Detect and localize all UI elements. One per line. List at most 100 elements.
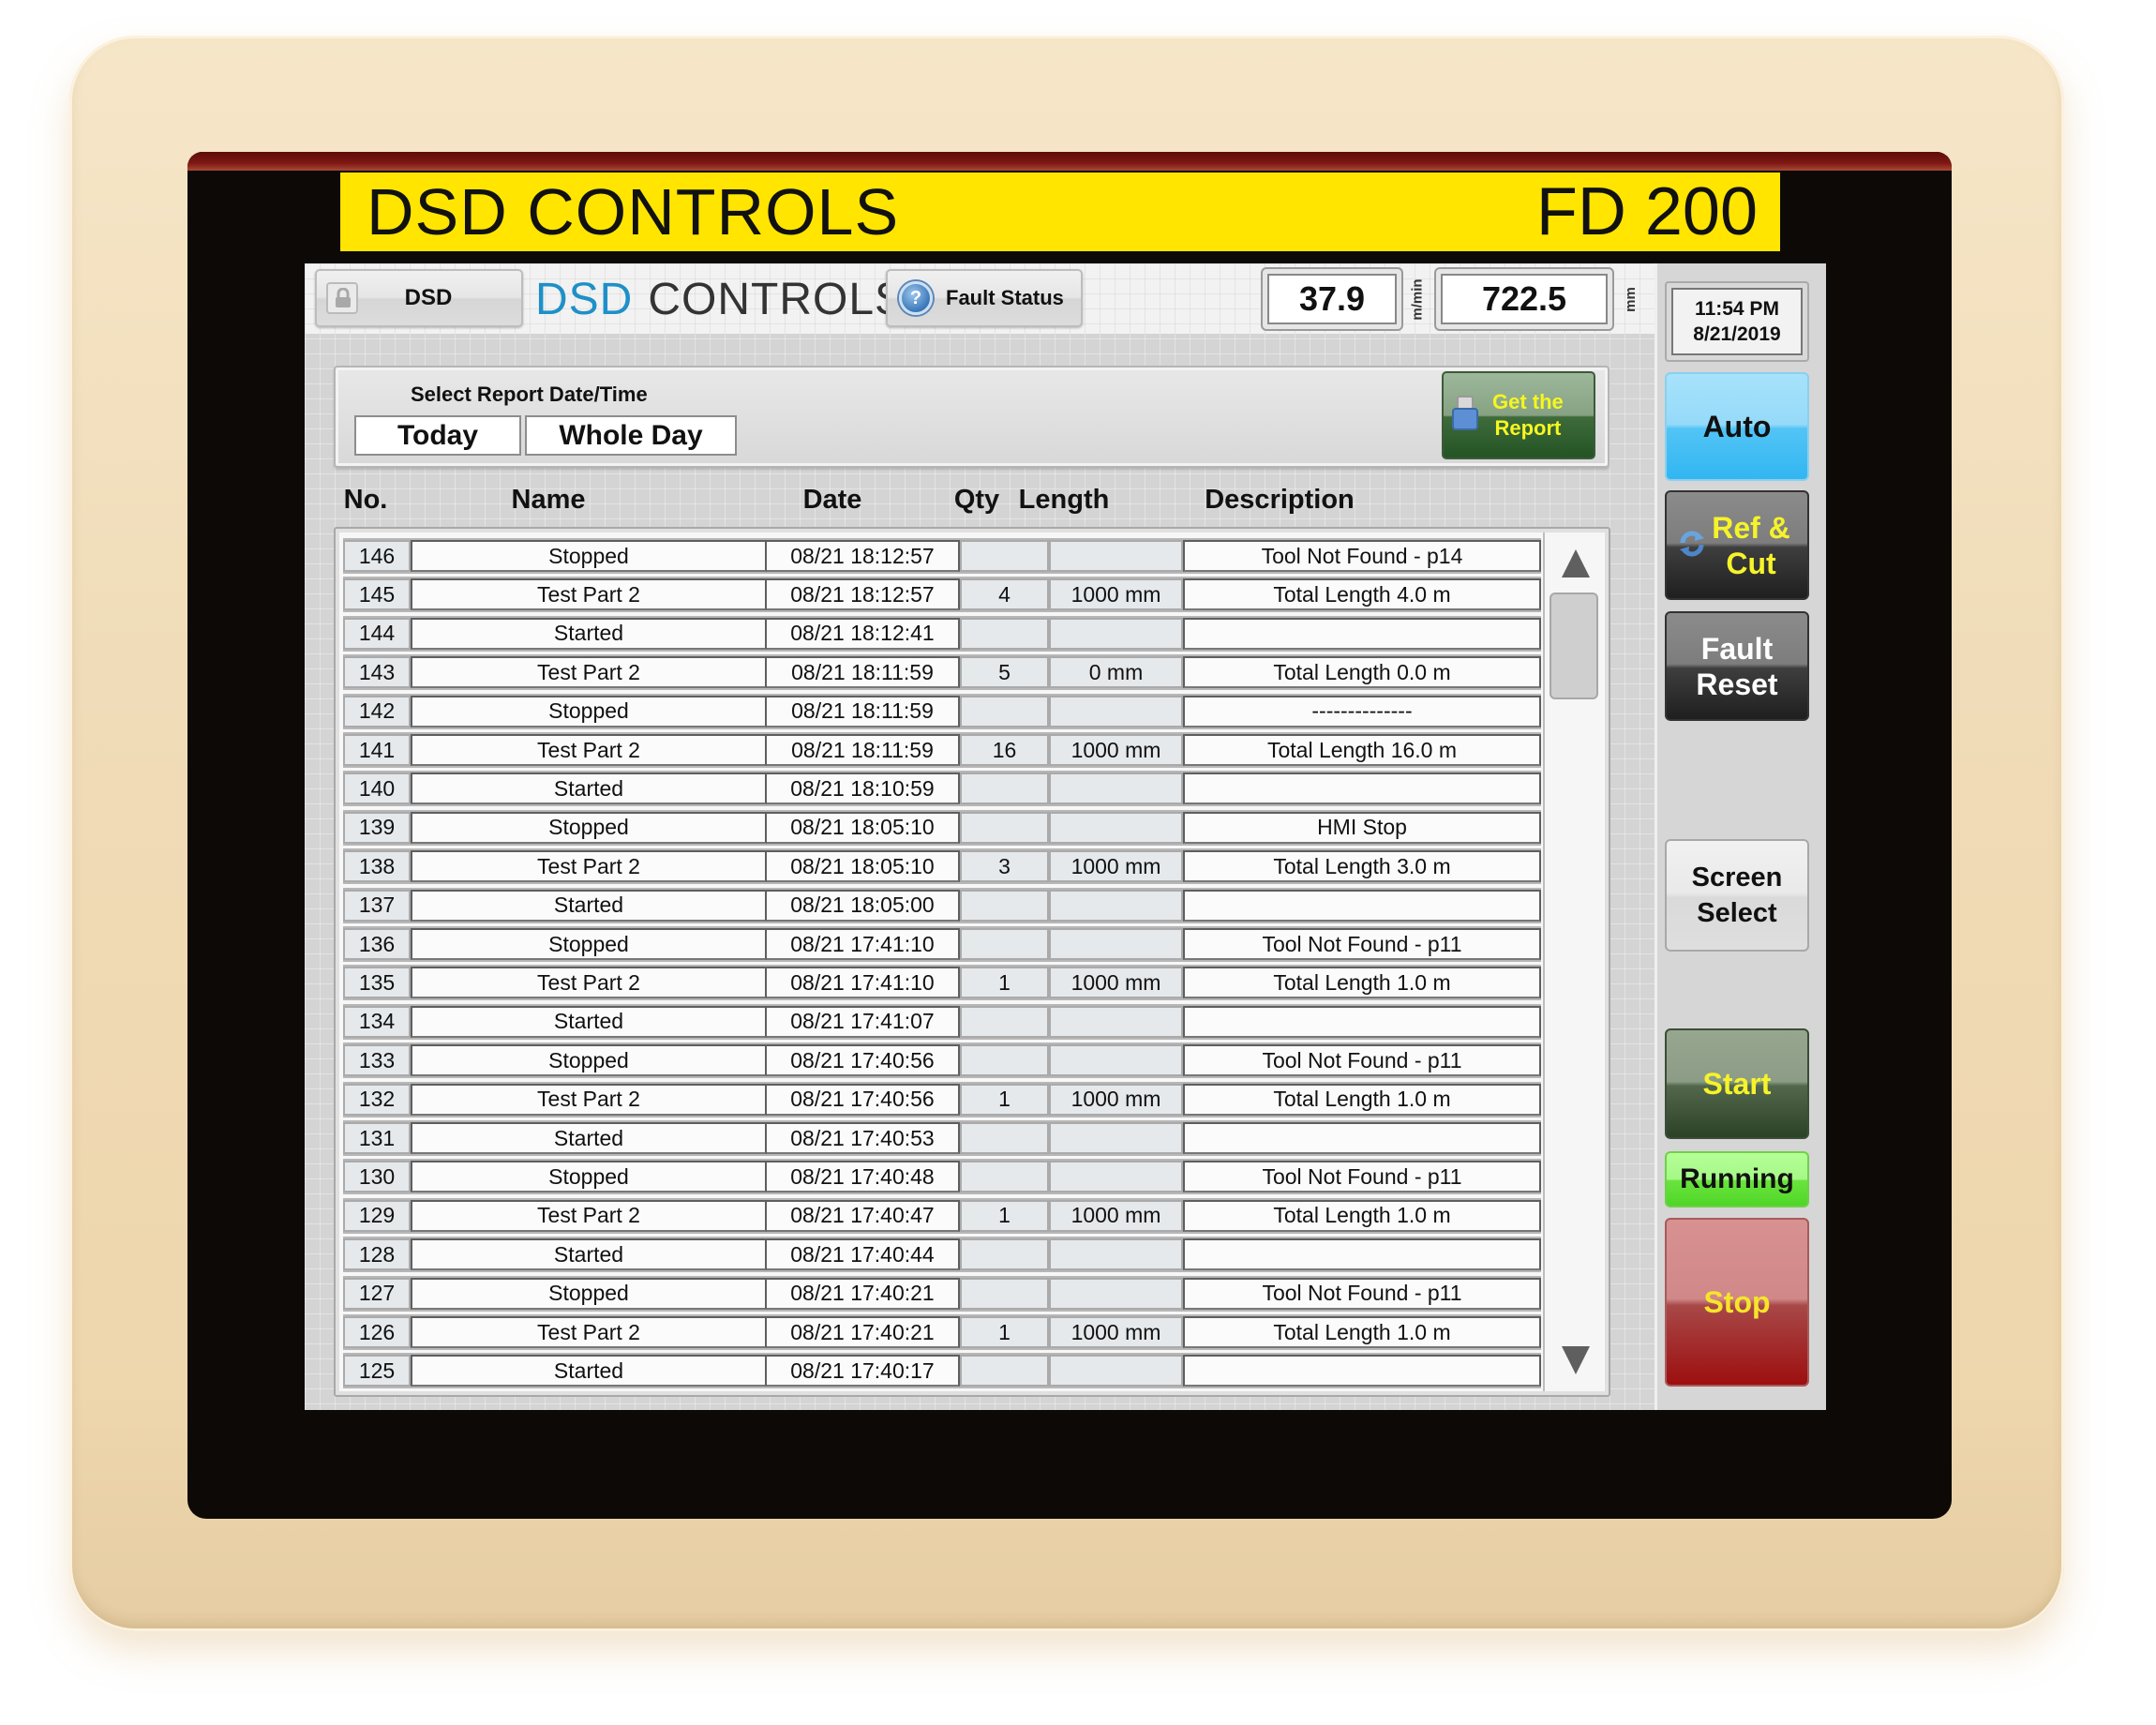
cell-description: Total Length 4.0 m xyxy=(1183,578,1541,611)
cell-name: Test Part 2 xyxy=(411,1199,767,1232)
cell-date: 08/21 17:40:53 xyxy=(767,1122,960,1154)
cell-description xyxy=(1183,617,1541,650)
ref-cut-button[interactable]: Ref & Cut xyxy=(1665,490,1809,600)
machine-status-indicator: Running xyxy=(1665,1151,1809,1208)
cell-description: Tool Not Found - p11 xyxy=(1183,928,1541,960)
get-report-line1: Get the xyxy=(1492,390,1564,413)
cell-description xyxy=(1183,1355,1541,1388)
cell-length xyxy=(1049,772,1183,805)
cell-date: 08/21 17:40:17 xyxy=(767,1355,960,1388)
table-row[interactable]: 134 Started 08/21 17:41:07 xyxy=(343,1003,1541,1040)
control-sidebar: 11:54 PM 8/21/2019 Auto Ref & Cut Fault … xyxy=(1654,263,1826,1410)
speed-unit: m/min xyxy=(1409,271,1426,327)
cell-name: Stopped xyxy=(411,1277,767,1310)
ref-cut-label: Ref & Cut xyxy=(1712,510,1790,581)
model-name: FD 200 xyxy=(1535,174,1758,249)
cell-name: Started xyxy=(411,1005,767,1038)
cell-qty xyxy=(960,695,1049,728)
cell-description: Tool Not Found - p11 xyxy=(1183,1161,1541,1193)
scroll-thumb[interactable] xyxy=(1550,592,1598,699)
table-row[interactable]: 141 Test Part 2 08/21 18:11:59 16 1000 mm Tot… xyxy=(343,732,1541,768)
cell-no: 144 xyxy=(343,617,411,650)
start-button[interactable]: Start xyxy=(1665,1028,1809,1139)
table-row[interactable]: 132 Test Part 2 08/21 17:40:56 1 1000 mm Tota… xyxy=(343,1081,1541,1118)
cell-no: 140 xyxy=(343,772,411,805)
cell-description xyxy=(1183,1238,1541,1271)
table-row[interactable]: 138 Test Part 2 08/21 18:05:10 3 1000 mm Tota… xyxy=(343,848,1541,885)
table-row[interactable]: 130 Stopped 08/21 17:40:48 Tool Not Found -… xyxy=(343,1159,1541,1195)
length-unit: mm xyxy=(1622,271,1639,327)
table-row[interactable]: 133 Stopped 08/21 17:40:56 Tool Not Found -… xyxy=(343,1042,1541,1079)
table-row[interactable]: 144 Started 08/21 18:12:41 xyxy=(343,615,1541,652)
table-row[interactable]: 140 Started 08/21 18:10:59 xyxy=(343,771,1541,807)
cell-name: Test Part 2 xyxy=(411,850,767,883)
table-row[interactable]: 135 Test Part 2 08/21 17:41:10 1 1000 mm Tota… xyxy=(343,965,1541,1001)
table-scrollbar[interactable] xyxy=(1543,532,1603,1391)
table-row[interactable]: 126 Test Part 2 08/21 17:40:21 1 1000 mm Tota… xyxy=(343,1314,1541,1350)
cell-length xyxy=(1049,1161,1183,1193)
cell-date: 08/21 17:40:56 xyxy=(767,1044,960,1077)
cell-qty: 1 xyxy=(960,967,1049,999)
table-row[interactable]: 139 Stopped 08/21 18:05:10 HMI Stop xyxy=(343,809,1541,846)
cell-qty xyxy=(960,1005,1049,1038)
cell-name: Test Part 2 xyxy=(411,1316,767,1348)
fault-status-button[interactable]: ? Fault Status xyxy=(886,269,1083,327)
table-row[interactable]: 142 Stopped 08/21 18:11:59 -------------- xyxy=(343,693,1541,729)
table-row[interactable]: 137 Started 08/21 18:05:00 xyxy=(343,887,1541,923)
table-row[interactable]: 143 Test Part 2 08/21 18:11:59 5 0 mm Total L… xyxy=(343,654,1541,691)
date-selector[interactable]: Today xyxy=(354,415,521,456)
ref-cut-line2: Cut xyxy=(1726,546,1776,580)
cell-description: Tool Not Found - p11 xyxy=(1183,1044,1541,1077)
cell-length xyxy=(1049,889,1183,922)
cell-description: Total Length 3.0 m xyxy=(1183,850,1541,883)
table-row[interactable]: 127 Stopped 08/21 17:40:21 Tool Not Found -… xyxy=(343,1275,1541,1312)
table-row[interactable]: 129 Test Part 2 08/21 17:40:47 1 1000 mm Tota… xyxy=(343,1197,1541,1234)
scroll-down-arrow-icon[interactable] xyxy=(1562,1346,1590,1374)
cell-description xyxy=(1183,772,1541,805)
cell-date: 08/21 17:41:10 xyxy=(767,967,960,999)
user-login-button[interactable]: DSD xyxy=(315,269,523,327)
cell-no: 129 xyxy=(343,1199,411,1232)
table-row[interactable]: 128 Started 08/21 17:40:44 xyxy=(343,1237,1541,1273)
bezel-trim xyxy=(187,152,1952,171)
fault-reset-button[interactable]: Fault Reset xyxy=(1665,611,1809,721)
cell-qty xyxy=(960,617,1049,650)
logo-controls: CONTROLS xyxy=(648,274,906,324)
auto-mode-button[interactable]: Auto xyxy=(1665,372,1809,481)
length-unit-label: mm xyxy=(1622,286,1639,312)
cell-description: Total Length 0.0 m xyxy=(1183,656,1541,689)
scroll-up-arrow-icon[interactable] xyxy=(1562,549,1590,578)
table-row[interactable]: 131 Started 08/21 17:40:53 xyxy=(343,1120,1541,1156)
cell-no: 132 xyxy=(343,1083,411,1116)
hmi-screen: DSD DSD CONTROLS ? Fault Status 37.9 m/m… xyxy=(305,263,1826,1410)
cell-date: 08/21 18:05:10 xyxy=(767,850,960,883)
screen-select-line2: Select xyxy=(1697,898,1777,928)
cell-date: 08/21 18:12:57 xyxy=(767,540,960,572)
cell-qty: 1 xyxy=(960,1199,1049,1232)
cell-length xyxy=(1049,695,1183,728)
cell-qty: 3 xyxy=(960,850,1049,883)
cell-description: Total Length 1.0 m xyxy=(1183,1199,1541,1232)
cell-length xyxy=(1049,811,1183,844)
cell-no: 128 xyxy=(343,1238,411,1271)
screen-select-button[interactable]: Screen Select xyxy=(1665,839,1809,952)
fault-reset-line1: Fault xyxy=(1700,631,1774,666)
cell-qty: 16 xyxy=(960,734,1049,766)
table-row[interactable]: 125 Started 08/21 17:40:17 xyxy=(343,1353,1541,1389)
get-report-button[interactable]: Get the Report xyxy=(1442,371,1595,459)
table-row[interactable]: 145 Test Part 2 08/21 18:12:57 4 1000 mm Tota… xyxy=(343,577,1541,613)
stop-button[interactable]: Stop xyxy=(1665,1218,1809,1387)
cell-qty xyxy=(960,1161,1049,1193)
cell-length: 1000 mm xyxy=(1049,734,1183,766)
get-report-line2: Report xyxy=(1494,416,1562,440)
cell-length: 1000 mm xyxy=(1049,1083,1183,1116)
cell-qty xyxy=(960,928,1049,960)
table-row[interactable]: 146 Stopped 08/21 18:12:57 Tool Not Found -… xyxy=(343,538,1541,574)
table-row[interactable]: 136 Stopped 08/21 17:41:10 Tool Not Found -… xyxy=(343,926,1541,962)
cell-length xyxy=(1049,540,1183,572)
cell-name: Started xyxy=(411,1355,767,1388)
cell-no: 126 xyxy=(343,1316,411,1348)
top-bar: DSD DSD CONTROLS ? Fault Status 37.9 m/m… xyxy=(305,263,1654,334)
cell-name: Stopped xyxy=(411,811,767,844)
time-range-selector[interactable]: Whole Day xyxy=(525,415,737,456)
